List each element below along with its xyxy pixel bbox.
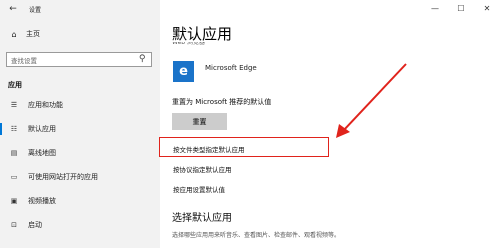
offline-map-icon: ▤ xyxy=(10,149,18,157)
window-title: 设置 xyxy=(29,6,42,14)
main-content: 默认应用 Web 浏览器 e Microsoft Edge 重置为 Micros… xyxy=(160,0,500,248)
sidebar-item-label: 视频播放 xyxy=(28,197,56,205)
title-bar: ← 设置 xyxy=(0,0,160,18)
sidebar: ← 设置 ⌂ 主页 查找设置 ⚲ 应用 ☰ 应用和功能 ☷ 默认应用 ▤ 离线地… xyxy=(0,0,160,248)
video-playback-icon: ▣ xyxy=(10,197,18,205)
sidebar-item-label: 离线地图 xyxy=(28,149,56,157)
page-title: 默认应用 xyxy=(172,25,233,43)
link-set-defaults-by-app[interactable]: 按应用设置默认值 xyxy=(173,184,225,194)
annotation-highlight-box xyxy=(159,137,329,157)
web-browser-label: Web 浏览器 xyxy=(172,42,205,46)
window-controls: — ☐ ✕ xyxy=(422,0,500,18)
default-apps-icon: ☷ xyxy=(10,125,18,133)
sidebar-item-offline-maps[interactable]: ▤ 离线地图 xyxy=(0,142,160,164)
reset-button[interactable]: 重置 xyxy=(172,113,227,130)
startup-icon: ⊡ xyxy=(11,221,17,229)
link-choose-by-protocol[interactable]: 按协议指定默认应用 xyxy=(173,164,232,174)
maximize-icon[interactable]: ☐ xyxy=(448,0,474,18)
reset-label: 重置为 Microsoft 推荐的默认值 xyxy=(172,98,272,106)
sidebar-item-apps-features[interactable]: ☰ 应用和功能 xyxy=(0,94,160,116)
home-icon: ⌂ xyxy=(11,29,17,39)
sidebar-item-label: 默认应用 xyxy=(28,125,56,133)
sidebar-item-label: 启动 xyxy=(28,221,42,229)
choose-defaults-description: 选择哪些应用用来听音乐、查看图片、检查邮件、观看视频等。 xyxy=(172,232,341,239)
sidebar-item-startup[interactable]: ⊡ 启动 xyxy=(0,214,160,236)
apps-list-icon: ☰ xyxy=(10,101,18,109)
back-arrow-icon[interactable]: ← xyxy=(3,4,23,14)
edge-icon[interactable]: e xyxy=(173,61,194,82)
search-placeholder: 查找设置 xyxy=(11,56,37,65)
sidebar-item-apps-for-websites[interactable]: ▭ 可使用网站打开的应用 xyxy=(0,166,160,188)
sidebar-item-default-apps[interactable]: ☷ 默认应用 xyxy=(0,118,160,140)
default-browser-name[interactable]: Microsoft Edge xyxy=(205,64,257,72)
choose-defaults-heading: 选择默认应用 xyxy=(172,213,232,224)
sidebar-item-label: 可使用网站打开的应用 xyxy=(28,173,98,181)
sidebar-item-video-playback[interactable]: ▣ 视频播放 xyxy=(0,190,160,212)
website-apps-icon: ▭ xyxy=(10,173,18,181)
section-heading: 应用 xyxy=(8,81,22,89)
close-icon[interactable]: ✕ xyxy=(474,0,500,18)
search-icon[interactable]: ⚲ xyxy=(139,54,146,64)
sidebar-item-home[interactable]: ⌂ 主页 xyxy=(8,29,40,39)
minimize-icon[interactable]: — xyxy=(422,0,448,18)
search-input[interactable]: 查找设置 ⚲ xyxy=(6,52,152,67)
sidebar-item-label: 主页 xyxy=(26,30,40,38)
sidebar-item-label: 应用和功能 xyxy=(28,101,63,109)
